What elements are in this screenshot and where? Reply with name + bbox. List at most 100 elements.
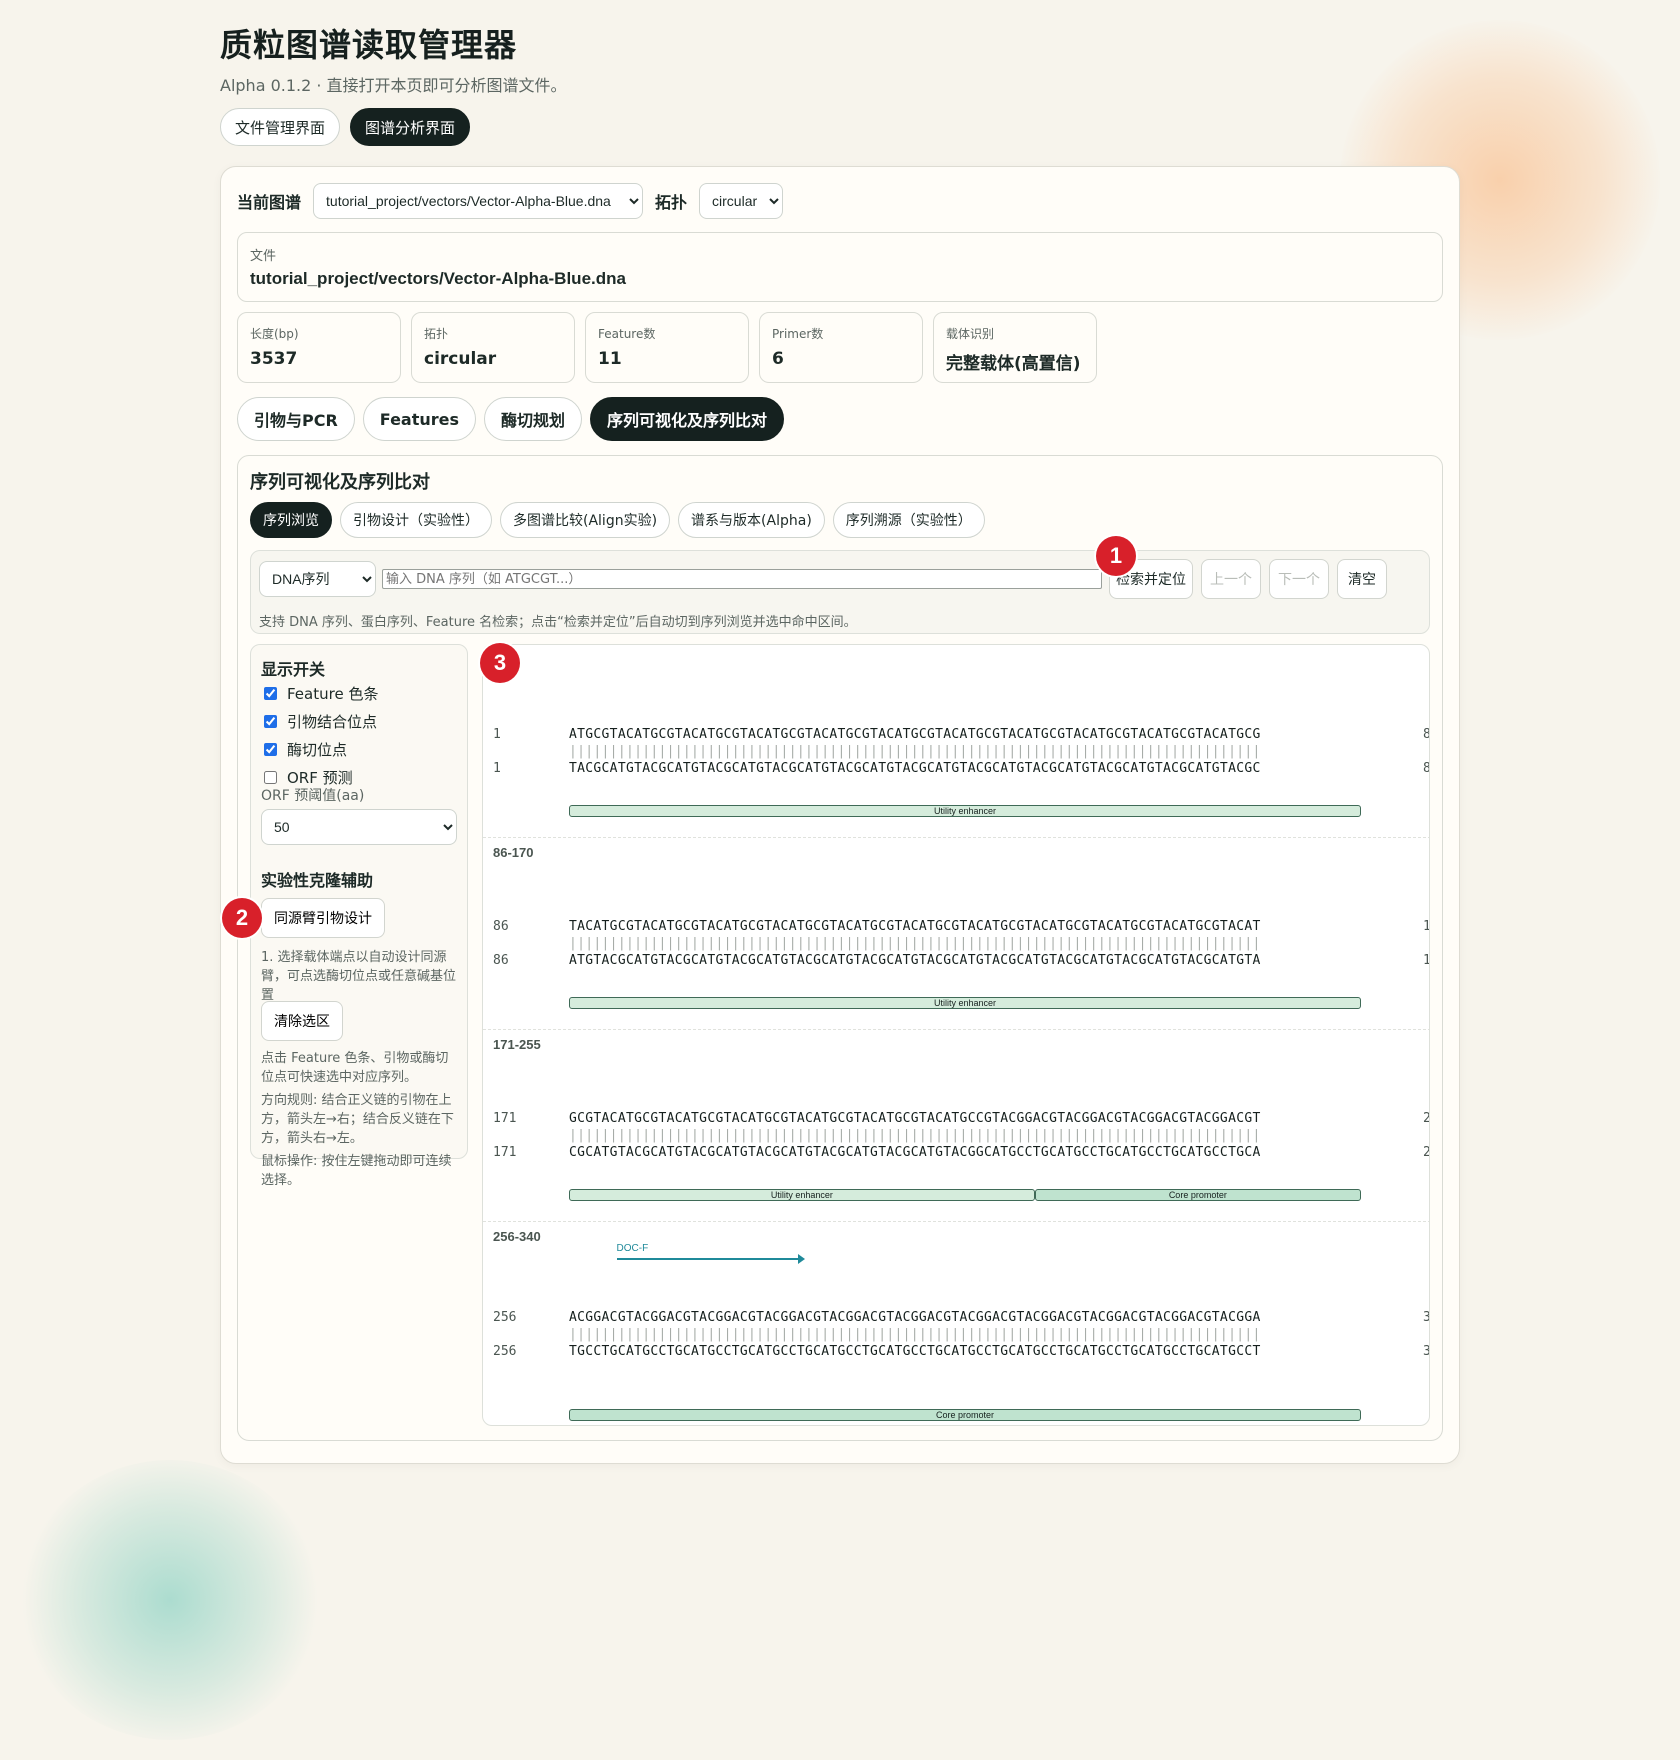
sequence-panel: 序列可视化及序列比对 序列浏览 引物设计（实验性） 多图谱比较(Align实验)… xyxy=(237,455,1443,1441)
stat-value: 3537 xyxy=(250,349,298,369)
toggle-enzyme-sites[interactable]: 酶切位点 xyxy=(264,739,347,760)
block-end-bottom: 340 xyxy=(1423,1344,1429,1359)
tab-map-analysis[interactable]: 图谱分析界面 xyxy=(350,108,471,146)
homology-arm-primer-button[interactable]: 同源臂引物设计 xyxy=(261,898,385,938)
subtab-multi-map-compare[interactable]: 多图谱比较(Align实验) xyxy=(500,502,671,538)
block-range: 86-170 xyxy=(493,845,534,860)
current-map-label: 当前图谱 xyxy=(237,193,302,212)
stat-value: circular xyxy=(424,349,497,369)
subtab-lineage-version[interactable]: 谱系与版本(Alpha) xyxy=(678,502,825,538)
antisense-strand[interactable]: CGCATGTACGCATGTACGCATGTACGCATGTACGCATGTA… xyxy=(569,1145,1361,1160)
feature-bar[interactable]: Core promoter xyxy=(1034,1189,1361,1201)
sense-strand[interactable]: ACGGACGTACGGACGTACGGACGTACGGACGTACGGACGT… xyxy=(569,1310,1361,1325)
subtab-primer-design[interactable]: 引物设计（实验性） xyxy=(340,502,492,538)
cloning-note-1: 1. 选择载体端点以自动设计同源臂，可点选酶切位点或任意碱基位置 xyxy=(261,950,457,1003)
cloning-note-4: 鼠标操作: 按住左键拖动即可连续选择。 xyxy=(261,1154,452,1188)
annotation-marker-3: 3 xyxy=(480,643,520,683)
sense-strand[interactable]: ATGCGTACATGCGTACATGCGTACATGCGTACATGCGTAC… xyxy=(569,727,1361,742)
block-range: 256-340 xyxy=(493,1229,541,1244)
toggle-label: 引物结合位点 xyxy=(287,713,378,731)
block-divider xyxy=(483,1221,1429,1222)
base-pair-bars: ||||||||||||||||||||||||||||||||||||||||… xyxy=(569,744,1261,759)
block-end-bottom: 170 xyxy=(1423,953,1429,968)
toggle-primer-sites-checkbox[interactable] xyxy=(264,715,277,728)
stat-value: 完整载体(高置信) xyxy=(946,354,1081,374)
display-toggles-heading: 显示开关 xyxy=(261,660,326,679)
toggle-primer-sites[interactable]: 引物结合位点 xyxy=(264,711,377,732)
stat-feature-count: Feature数 11 xyxy=(585,312,749,383)
app-title: 质粒图谱读取管理器 xyxy=(220,26,518,64)
tab-primers-pcr[interactable]: 引物与PCR xyxy=(237,397,355,441)
sense-strand[interactable]: GCGTACATGCGTACATGCGTACATGCGTACATGCGTACAT… xyxy=(569,1111,1361,1126)
feature-bar[interactable]: Core promoter xyxy=(569,1409,1361,1421)
analysis-tabs: 引物与PCR Features 酶切规划 序列可视化及序列比对 xyxy=(237,397,785,441)
base-pair-bars: ||||||||||||||||||||||||||||||||||||||||… xyxy=(569,1128,1261,1143)
antisense-strand[interactable]: ATGTACGCATGTACGCATGTACGCATGTACGCATGTACGC… xyxy=(569,953,1361,968)
top-nav-tabs: 文件管理界面 图谱分析界面 xyxy=(220,108,471,146)
stat-length: 长度(bp) 3537 xyxy=(237,312,401,383)
block-end-bottom: 85 xyxy=(1423,761,1429,776)
panel-title: 序列可视化及序列比对 xyxy=(250,472,430,493)
block-end-top: 170 xyxy=(1423,919,1429,934)
toggle-feature-bars[interactable]: Feature 色条 xyxy=(264,683,378,704)
stat-label: Feature数 xyxy=(598,327,656,341)
toggle-feature-bars-checkbox[interactable] xyxy=(264,687,277,700)
stat-label: 载体识别 xyxy=(946,327,995,341)
antisense-strand[interactable]: TGCCTGCATGCCTGCATGCCTGCATGCCTGCATGCCTGCA… xyxy=(569,1344,1361,1359)
stat-vector-id: 载体识别 完整载体(高置信) xyxy=(933,312,1097,383)
decorative-glow-teal xyxy=(20,1460,320,1740)
toggle-label: 酶切位点 xyxy=(287,741,348,759)
base-pair-bars: ||||||||||||||||||||||||||||||||||||||||… xyxy=(569,936,1261,951)
search-hint: 支持 DNA 序列、蛋白序列、Feature 名检索；点击“检索并定位”后自动切… xyxy=(259,615,857,630)
feature-bar[interactable]: Utility enhancer xyxy=(569,805,1361,817)
cloning-note-2: 点击 Feature 色条、引物或酶切位点可快速选中对应序列。 xyxy=(261,1051,449,1085)
subtab-sequence-browse[interactable]: 序列浏览 xyxy=(250,502,332,538)
orf-threshold-select[interactable]: 50 xyxy=(261,809,457,845)
panel-sub-tabs: 序列浏览 引物设计（实验性） 多图谱比较(Align实验) 谱系与版本(Alph… xyxy=(250,502,985,538)
block-divider xyxy=(483,1029,1429,1030)
block-start-top: 256 xyxy=(493,1310,517,1325)
annotation-marker-1: 1 xyxy=(1096,536,1136,576)
sequence-viewer[interactable]: 1 ATGCGTACATGCGTACATGCGTACATGCGTACATGCGT… xyxy=(482,644,1430,1426)
subtab-sequence-trace[interactable]: 序列溯源（实验性） xyxy=(832,502,985,538)
file-path: tutorial_project/vectors/Vector-Alpha-Bl… xyxy=(250,269,626,288)
topology-select[interactable]: circular xyxy=(699,183,784,219)
feature-bar[interactable]: Utility enhancer xyxy=(569,1189,1035,1201)
next-result-button[interactable]: 下一个 xyxy=(1269,559,1329,599)
file-info-box: 文件 tutorial_project/vectors/Vector-Alpha… xyxy=(237,232,1443,302)
stat-primer-count: Primer数 6 xyxy=(759,312,923,383)
stat-label: 拓扑 xyxy=(424,327,449,341)
tab-sequence-visualization[interactable]: 序列可视化及序列比对 xyxy=(590,397,785,441)
tab-file-manager[interactable]: 文件管理界面 xyxy=(220,108,341,146)
block-start-bottom: 256 xyxy=(493,1344,517,1359)
toggle-label: Feature 色条 xyxy=(287,685,379,703)
primer-label[interactable]: DOC-F xyxy=(617,1243,649,1254)
search-box: DNA序列 检索并定位 上一个 下一个 清空 支持 DNA 序列、蛋白序列、Fe… xyxy=(250,550,1430,634)
cloning-assist-heading: 实验性克隆辅助 xyxy=(261,871,374,890)
search-type-select[interactable]: DNA序列 xyxy=(259,561,376,597)
sense-strand[interactable]: TACATGCGTACATGCGTACATGCGTACATGCGTACATGCG… xyxy=(569,919,1361,934)
primer-arrow[interactable] xyxy=(616,1254,805,1264)
search-input[interactable] xyxy=(382,569,1102,589)
sequence-block: 1 ATGCGTACATGCGTACATGCGTACATGCGTACATGCGT… xyxy=(483,645,1429,837)
stat-topology: 拓扑 circular xyxy=(411,312,575,383)
stat-value: 6 xyxy=(772,349,784,369)
tab-digest-planning[interactable]: 酶切规划 xyxy=(484,397,583,441)
toggle-orf-prediction-checkbox[interactable] xyxy=(264,771,277,784)
tab-features[interactable]: Features xyxy=(362,397,477,441)
stat-label: Primer数 xyxy=(772,327,824,341)
prev-result-button[interactable]: 上一个 xyxy=(1201,559,1261,599)
block-start-bottom: 86 xyxy=(493,953,509,968)
feature-bar[interactable]: Utility enhancer xyxy=(569,997,1361,1009)
block-end-top: 255 xyxy=(1423,1111,1429,1126)
analysis-card: 当前图谱 tutorial_project/vectors/Vector-Alp… xyxy=(220,166,1460,1464)
toggle-enzyme-sites-checkbox[interactable] xyxy=(264,743,277,756)
block-end-bottom: 255 xyxy=(1423,1145,1429,1160)
clear-selection-button[interactable]: 清除选区 xyxy=(261,1001,343,1041)
map-select-row: 当前图谱 tutorial_project/vectors/Vector-Alp… xyxy=(237,183,784,219)
clear-search-button[interactable]: 清空 xyxy=(1337,559,1387,599)
current-map-select[interactable]: tutorial_project/vectors/Vector-Alpha-Bl… xyxy=(313,183,644,219)
base-pair-bars: ||||||||||||||||||||||||||||||||||||||||… xyxy=(569,1327,1261,1342)
antisense-strand[interactable]: TACGCATGTACGCATGTACGCATGTACGCATGTACGCATG… xyxy=(569,761,1361,776)
file-label: 文件 xyxy=(250,249,277,264)
